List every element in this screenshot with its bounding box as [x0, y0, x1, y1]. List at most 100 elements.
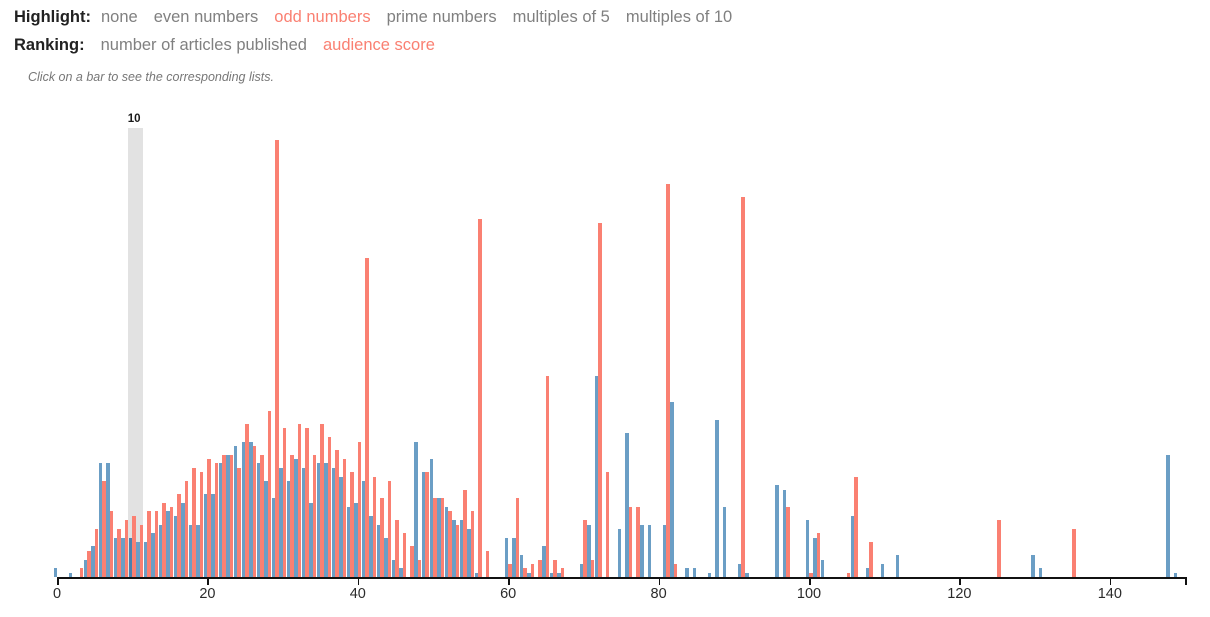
bar[interactable] [590, 559, 595, 577]
bar[interactable] [222, 454, 226, 577]
bar[interactable] [267, 410, 272, 577]
bar[interactable] [617, 528, 621, 577]
bar[interactable] [169, 507, 174, 577]
highlight-option-multiples-of-5[interactable]: multiples of 5 [513, 8, 610, 27]
bar[interactable] [805, 520, 809, 577]
bar[interactable] [417, 559, 422, 577]
highlight-option-multiples-of-10[interactable]: multiples of 10 [626, 8, 732, 27]
bar[interactable] [715, 419, 719, 577]
bar[interactable] [440, 498, 445, 577]
highlight-option-prime-numbers[interactable]: prime numbers [387, 8, 497, 27]
bar[interactable] [124, 520, 129, 577]
bar[interactable] [117, 528, 121, 577]
bar[interactable] [290, 454, 294, 577]
bar[interactable] [275, 140, 279, 577]
bar[interactable] [775, 485, 779, 577]
bar[interactable] [673, 563, 678, 577]
bar[interactable] [380, 498, 384, 577]
bar[interactable] [245, 424, 249, 577]
bar[interactable] [109, 511, 114, 577]
bar[interactable] [365, 258, 369, 577]
bar[interactable] [335, 450, 339, 577]
bar[interactable] [463, 489, 467, 577]
bar[interactable] [455, 524, 460, 577]
bar[interactable] [297, 424, 302, 577]
bar[interactable] [583, 520, 587, 577]
bar[interactable] [598, 223, 602, 577]
bar[interactable] [199, 472, 204, 577]
bar[interactable] [553, 559, 557, 577]
bar[interactable] [448, 511, 452, 577]
bar[interactable] [132, 515, 136, 577]
bar[interactable] [741, 196, 745, 577]
bar[interactable] [414, 441, 418, 577]
bar[interactable] [647, 524, 652, 577]
bar[interactable] [282, 428, 287, 577]
bar[interactable] [508, 563, 512, 577]
bar[interactable] [229, 454, 234, 577]
bar[interactable] [162, 502, 166, 577]
bar-chart[interactable]: 10 0 20 40 60 80 100 120 140 [0, 96, 1210, 616]
bar[interactable] [1166, 454, 1170, 577]
bar[interactable] [53, 568, 57, 577]
bar[interactable] [485, 550, 490, 577]
bar[interactable] [342, 459, 347, 577]
bar[interactable] [252, 445, 257, 577]
bar[interactable] [523, 568, 527, 577]
bar[interactable] [816, 533, 821, 577]
bar[interactable] [312, 454, 317, 577]
bar[interactable] [402, 533, 407, 577]
bar[interactable] [854, 476, 858, 577]
ranking-option-number-of-articles-published[interactable]: number of articles published [101, 36, 307, 55]
bar[interactable] [560, 568, 565, 577]
bar[interactable] [102, 480, 106, 577]
bar[interactable] [515, 498, 520, 577]
bar[interactable] [260, 454, 264, 577]
highlight-option-even-numbers[interactable]: even numbers [154, 8, 259, 27]
bar[interactable] [997, 520, 1001, 577]
bar[interactable] [685, 568, 689, 577]
bar[interactable] [538, 559, 542, 577]
bar[interactable] [666, 183, 670, 577]
bar[interactable] [628, 507, 633, 577]
bar[interactable] [692, 568, 697, 577]
bar[interactable] [207, 459, 211, 577]
bar[interactable] [395, 520, 399, 577]
bar[interactable] [94, 528, 99, 577]
highlight-option-odd-numbers[interactable]: odd numbers [274, 8, 370, 27]
bar[interactable] [327, 437, 332, 577]
bar[interactable] [192, 467, 196, 577]
bar[interactable] [1031, 555, 1035, 577]
bar[interactable] [320, 424, 324, 577]
bar[interactable] [387, 480, 392, 577]
bar[interactable] [636, 507, 640, 577]
bar[interactable] [87, 550, 91, 577]
bar[interactable] [1072, 528, 1076, 577]
bar[interactable] [433, 498, 437, 577]
bar[interactable] [605, 472, 610, 577]
bar[interactable] [184, 480, 189, 577]
bar[interactable] [722, 507, 727, 577]
bar[interactable] [177, 493, 181, 577]
ranking-option-audience-score[interactable]: audience score [323, 36, 435, 55]
bar[interactable] [470, 511, 475, 577]
bar[interactable] [305, 428, 309, 577]
bar[interactable] [214, 463, 219, 577]
bar[interactable] [869, 542, 873, 577]
bar[interactable] [372, 476, 377, 577]
highlight-option-none[interactable]: none [101, 8, 138, 27]
bar[interactable] [1038, 568, 1043, 577]
bar[interactable] [530, 563, 535, 577]
bar[interactable] [880, 563, 885, 577]
bar[interactable] [895, 555, 900, 577]
bar[interactable] [670, 402, 674, 577]
bar[interactable] [139, 524, 144, 577]
bar[interactable] [79, 568, 84, 577]
bar[interactable] [357, 441, 362, 577]
bar[interactable] [425, 472, 429, 577]
bar[interactable] [154, 511, 159, 577]
plot-area[interactable]: 10 [0, 96, 1210, 616]
bar[interactable] [237, 467, 241, 577]
bar[interactable] [410, 546, 414, 577]
bar[interactable] [147, 511, 151, 577]
